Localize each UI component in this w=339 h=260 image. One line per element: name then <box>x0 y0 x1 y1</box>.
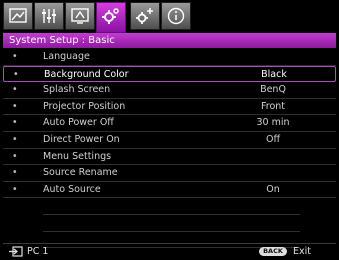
equalizer-icon <box>42 9 56 23</box>
exit-label: Exit <box>293 246 311 257</box>
display-icon <box>71 8 89 24</box>
projector-osd-menu: System Setup : Basic • Language • Backgr… <box>0 0 339 260</box>
menu-item-language[interactable]: • Language <box>3 49 336 66</box>
menu-item-splash-screen[interactable]: • Splash Screen BenQ <box>3 82 336 99</box>
gear-icon <box>102 8 119 24</box>
menu-item-source-rename[interactable]: • Source Rename <box>3 165 336 182</box>
menu-item-label: Direct Power On <box>43 133 120 145</box>
tab-picture[interactable] <box>3 2 33 30</box>
menu-item-auto-source[interactable]: • Auto Source On <box>3 182 336 199</box>
menu-item-auto-power-off[interactable]: • Auto Power Off 30 min <box>3 115 336 132</box>
menu-item-menu-settings[interactable]: • Menu Settings <box>3 149 336 166</box>
bullet: • <box>12 84 18 96</box>
empty-row <box>3 198 336 215</box>
current-source-label: PC 1 <box>27 246 49 257</box>
input-source-icon <box>9 246 23 257</box>
gears-plus-icon <box>136 8 153 24</box>
menu-item-label: Auto Source <box>43 183 101 195</box>
tab-display[interactable] <box>65 2 95 30</box>
menu-item-value: BenQ <box>260 84 286 96</box>
tab-information[interactable] <box>161 2 191 30</box>
menu-item-label: Background Color <box>44 68 129 80</box>
menu-item-label: Splash Screen <box>43 84 111 96</box>
tab-system-setup-basic[interactable] <box>96 2 126 33</box>
tab-picture-advanced[interactable] <box>34 2 64 30</box>
picture-icon <box>9 8 27 23</box>
menu-list: • Language • Background Color Black • Sp… <box>3 49 336 249</box>
menu-item-value: On <box>266 183 280 195</box>
menu-item-label: Auto Power Off <box>43 117 114 129</box>
bullet: • <box>12 117 18 129</box>
menu-item-label: Source Rename <box>43 167 118 179</box>
menu-item-value: Black <box>261 68 287 80</box>
menu-item-value: 30 min <box>256 117 290 129</box>
menu-item-label: Menu Settings <box>43 150 112 162</box>
menu-footer: PC 1 BACK Exit <box>3 243 336 259</box>
menu-item-background-color[interactable]: • Background Color Black <box>3 65 336 83</box>
menu-item-label: Language <box>43 51 90 62</box>
menu-item-value: Off <box>265 133 281 145</box>
empty-row <box>3 215 336 232</box>
bullet: • <box>12 167 18 179</box>
bullet: • <box>12 100 18 112</box>
menu-item-projector-position[interactable]: • Projector Position Front <box>3 99 336 116</box>
menu-header-title: System Setup : Basic <box>3 33 336 48</box>
bullet: • <box>12 183 18 195</box>
info-icon <box>167 7 185 25</box>
menu-item-label: Projector Position <box>43 100 126 112</box>
bullet: • <box>12 150 18 162</box>
bullet: • <box>13 68 19 80</box>
bullet: • <box>12 133 18 145</box>
bullet: • <box>12 51 18 62</box>
tab-system-setup-advanced[interactable] <box>130 2 160 30</box>
back-button[interactable]: BACK <box>259 247 287 256</box>
menu-item-direct-power-on[interactable]: • Direct Power On Off <box>3 132 336 149</box>
menu-item-value: Front <box>260 100 286 112</box>
